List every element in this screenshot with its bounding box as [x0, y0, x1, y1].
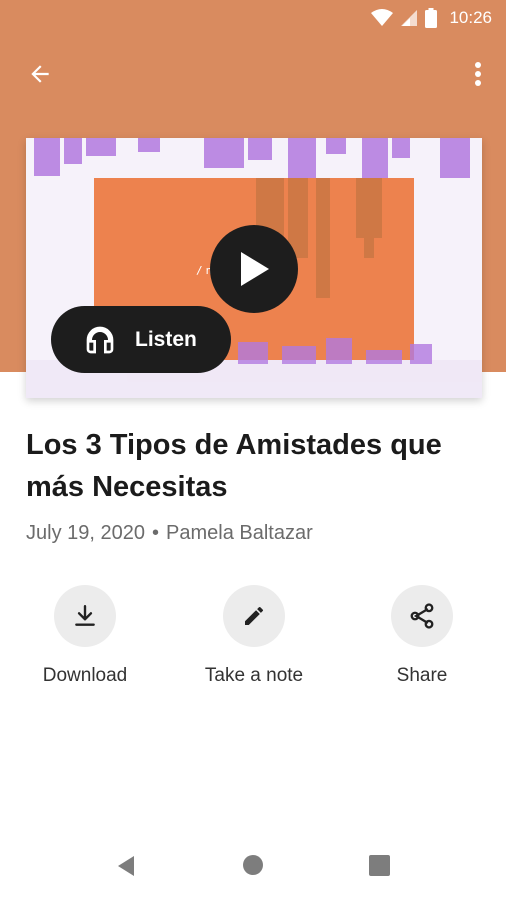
battery-icon: [425, 8, 438, 28]
download-action[interactable]: Download: [20, 585, 150, 687]
take-note-button[interactable]: [223, 585, 285, 647]
download-label: Download: [42, 665, 128, 686]
play-icon: [241, 252, 269, 286]
nav-back-icon[interactable]: [114, 854, 138, 878]
meta-separator: •: [151, 522, 159, 544]
nav-recents-icon[interactable]: [369, 855, 390, 876]
episode-date: July 19, 2020: [26, 522, 145, 544]
share-action[interactable]: Share: [357, 585, 487, 687]
episode-meta: July 19, 2020 • Pamela Baltazar: [26, 522, 313, 545]
more-vert-icon: [475, 62, 481, 86]
take-note-action[interactable]: Take a note: [189, 585, 319, 687]
pencil-icon: [245, 606, 264, 625]
play-button[interactable]: [210, 225, 298, 313]
episode-title: Los 3 Tipos de Amistades que más Necesit…: [26, 429, 442, 503]
listen-label: Listen: [135, 327, 197, 351]
share-label: Share: [396, 665, 448, 686]
episode-author: Pamela Baltazar: [166, 522, 313, 544]
listen-button[interactable]: Listen: [51, 306, 231, 373]
back-button[interactable]: [14, 48, 66, 100]
take-note-label: Take a note: [204, 665, 304, 686]
download-icon: [75, 605, 95, 626]
status-bar: 10:26: [0, 0, 506, 36]
share-icon: [410, 603, 434, 629]
toolbar: [0, 48, 506, 100]
share-button[interactable]: [391, 585, 453, 647]
headphones-icon: [86, 326, 114, 353]
arrow-back-icon: [31, 65, 49, 83]
download-button[interactable]: [54, 585, 116, 647]
cell-signal-icon: [401, 10, 418, 26]
nav-home-icon[interactable]: [242, 854, 264, 876]
system-nav-bar: [0, 836, 506, 896]
wifi-icon: [371, 9, 394, 26]
more-options-button[interactable]: [458, 48, 498, 100]
status-time: 10:26: [449, 8, 492, 27]
